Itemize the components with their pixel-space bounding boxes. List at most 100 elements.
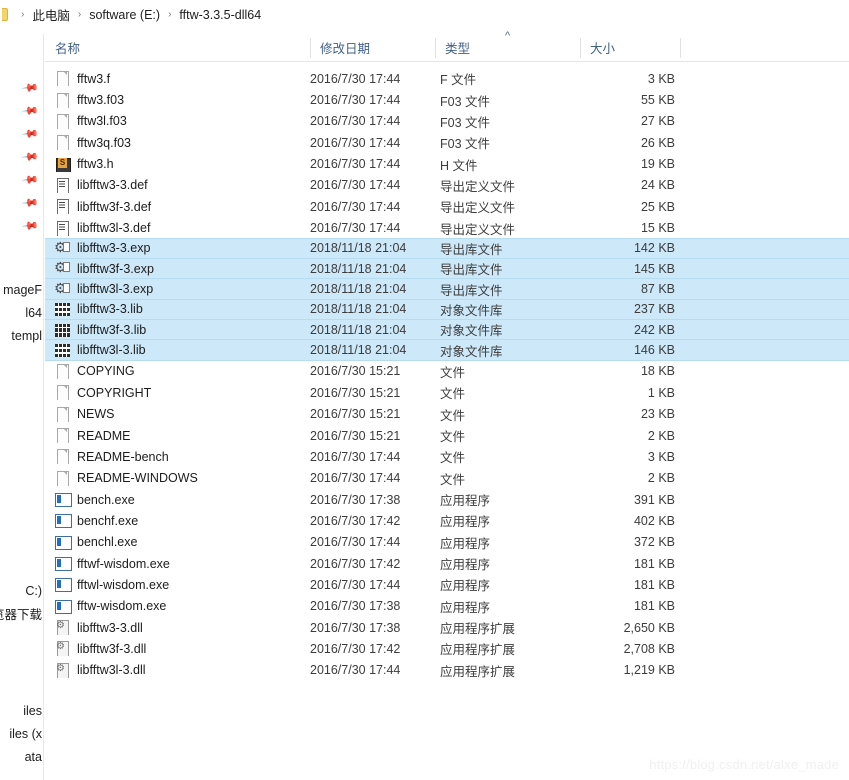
column-header-date[interactable]: 修改日期 (310, 34, 435, 62)
file-row[interactable]: README 2016/7/30 15:21 文件 2 KB (45, 425, 849, 446)
file-name-cell[interactable]: fftw3.f (55, 71, 310, 87)
file-row[interactable]: libfftw3f-3.lib 2018/11/18 21:04 对象文件库 242 … (45, 319, 849, 341)
lib-file-icon (55, 344, 70, 358)
file-row[interactable]: libfftw3l-3.def 2016/7/30 17:44 导出定义文件 15 K… (45, 217, 849, 238)
file-date-cell: 2016/7/30 17:38 (310, 620, 401, 635)
file-row[interactable]: benchl.exe 2016/7/30 17:44 应用程序 372 KB (45, 532, 849, 553)
file-row[interactable]: COPYING 2016/7/30 15:21 文件 18 KB (45, 361, 849, 382)
column-header-name[interactable]: 名称 (45, 34, 310, 62)
file-name-cell[interactable]: fftw3.f03 (55, 92, 310, 108)
sidebar-pin-item[interactable]: 📌 (21, 148, 42, 170)
sidebar-item[interactable]: mageF (3, 279, 42, 300)
address-bar[interactable]: › 此电脑 › software (E:) › fftw-3.3.5-dll64 (0, 0, 849, 30)
file-name-cell[interactable]: libfftw3-3.lib (55, 302, 310, 317)
breadcrumb-item-drive[interactable]: software (E:) (88, 8, 161, 22)
file-row[interactable]: libfftw3f-3.dll 2016/7/30 17:42 应用程序扩展 2,70… (45, 638, 849, 659)
file-name-cell[interactable]: fftw3.h (55, 157, 310, 172)
file-name-cell[interactable]: fftw-wisdom.exe (55, 599, 310, 614)
column-header-size[interactable]: 大小 (580, 34, 680, 62)
file-name-cell[interactable]: fftwf-wisdom.exe (55, 556, 310, 572)
file-row[interactable]: fftwf-wisdom.exe 2016/7/30 17:42 应用程序 181 K… (45, 553, 849, 574)
sidebar-item-label: C:) (25, 583, 42, 598)
file-name-cell[interactable]: libfftw3l-3.dll (55, 662, 310, 678)
file-name-cell[interactable]: COPYING (55, 363, 310, 379)
file-name-cell[interactable]: fftw3q.f03 (55, 135, 310, 151)
file-row[interactable]: libfftw3f-3.def 2016/7/30 17:44 导出定义文件 25 K… (45, 196, 849, 217)
sidebar-item-label: iles (23, 703, 42, 718)
file-name-cell[interactable]: libfftw3-3.exp (55, 241, 310, 256)
file-row[interactable]: fftw3.f03 2016/7/30 17:44 F03 文件 55 KB (45, 89, 849, 110)
file-row[interactable]: bench.exe 2016/7/30 17:38 应用程序 391 KB (45, 489, 849, 510)
file-name-cell[interactable]: fftw3l.f03 (55, 113, 310, 129)
file-row[interactable]: libfftw3l-3.exp 2018/11/18 21:04 导出库文件 87 K… (45, 278, 849, 300)
file-name-cell[interactable]: bench.exe (55, 492, 310, 508)
file-row[interactable]: libfftw3-3.exp 2018/11/18 21:04 导出库文件 142 K… (45, 237, 849, 260)
breadcrumb-item-this-pc[interactable]: 此电脑 (31, 5, 71, 24)
file-name-cell[interactable]: COPYRIGHT (55, 385, 310, 401)
file-name-cell[interactable]: libfftw3l-3.def (55, 220, 310, 236)
sidebar-pin-item[interactable]: 📌 (21, 79, 42, 101)
sidebar-pin-item[interactable]: 📌 (21, 125, 42, 147)
breadcrumb-item-folder[interactable]: fftw-3.3.5-dll64 (178, 8, 262, 22)
sidebar-pin-item[interactable]: 📌 (21, 102, 42, 124)
file-name-cell[interactable]: libfftw3-3.dll (55, 620, 310, 636)
file-name-label: libfftw3-3.exp (77, 241, 151, 256)
file-name-cell[interactable]: libfftw3l-3.exp (55, 282, 310, 297)
file-name-cell[interactable]: libfftw3f-3.dll (55, 641, 310, 657)
file-type-cell: 应用程序 (440, 515, 491, 530)
sidebar-item[interactable]: iles (x (9, 723, 42, 744)
sidebar-item[interactable]: 览器下载 (0, 603, 42, 624)
sidebar-pin-item[interactable]: 📌 (21, 194, 42, 216)
file-row[interactable]: fftwl-wisdom.exe 2016/7/30 17:44 应用程序 181 K… (45, 574, 849, 595)
file-row[interactable]: libfftw3f-3.exp 2018/11/18 21:04 导出库文件 145 … (45, 258, 849, 280)
file-name-cell[interactable]: libfftw3l-3.lib (55, 343, 310, 358)
navigation-pane[interactable]: 📌 📌 📌 📌 📌 📌 📌 mageF l64 templ C:) 览器下载 iles iles (x at… (0, 34, 44, 780)
file-name-cell[interactable]: benchl.exe (55, 535, 310, 550)
sidebar-item-label: mageF (3, 282, 42, 297)
sidebar-item[interactable]: templ (11, 325, 42, 346)
file-row[interactable]: fftw3l.f03 2016/7/30 17:44 F03 文件 27 KB (45, 111, 849, 132)
file-name-cell[interactable]: benchf.exe (55, 513, 310, 529)
file-type-cell: 文件 (440, 408, 466, 423)
column-header-type[interactable]: 类型 ^ (435, 30, 580, 62)
file-name-cell[interactable]: libfftw3f-3.exp (55, 261, 310, 276)
file-name-cell[interactable]: libfftw3-3.def (55, 177, 310, 193)
file-row[interactable]: fftw3.f 2016/7/30 17:44 F 文件 3 KB (45, 68, 849, 89)
file-type-cell: 应用程序 (440, 579, 491, 594)
file-row[interactable]: benchf.exe 2016/7/30 17:42 应用程序 402 KB (45, 510, 849, 531)
file-name-cell[interactable]: README (55, 428, 310, 444)
file-name-cell[interactable]: libfftw3f-3.def (55, 199, 310, 215)
sidebar-item[interactable]: C:) (25, 580, 42, 601)
breadcrumb-separator[interactable]: › (78, 9, 81, 20)
file-name-cell[interactable]: NEWS (55, 406, 310, 422)
sidebar-item[interactable]: ata (25, 746, 42, 767)
file-name-cell[interactable]: libfftw3f-3.lib (55, 323, 310, 337)
sidebar-pin-item[interactable]: 📌 (21, 217, 42, 239)
sidebar-item[interactable]: iles (23, 700, 42, 721)
file-row[interactable]: README-bench 2016/7/30 17:44 文件 3 KB (45, 446, 849, 467)
file-row[interactable]: fftw3q.f03 2016/7/30 17:44 F03 文件 26 KB (45, 132, 849, 153)
sidebar-item[interactable]: l64 (25, 302, 42, 323)
file-row[interactable]: fftw-wisdom.exe 2016/7/30 17:38 应用程序 181 KB (45, 596, 849, 617)
file-date-cell: 2016/7/30 17:42 (310, 513, 401, 528)
doc-file-icon (55, 135, 70, 151)
file-list[interactable]: fftw3.f 2016/7/30 17:44 F 文件 3 KB fftw3.f03 2… (45, 68, 849, 681)
file-name-cell[interactable]: README-WINDOWS (55, 470, 310, 486)
file-row[interactable]: libfftw3l-3.lib 2018/11/18 21:04 对象文件库 146 … (45, 339, 849, 361)
file-row[interactable]: fftw3.h 2016/7/30 17:44 H 文件 19 KB (45, 153, 849, 174)
file-name-cell[interactable]: README-bench (55, 449, 310, 465)
file-row[interactable]: libfftw3-3.lib 2018/11/18 21:04 对象文件库 237 K… (45, 298, 849, 321)
file-row[interactable]: libfftw3-3.dll 2016/7/30 17:38 应用程序扩展 2,650… (45, 617, 849, 638)
file-row[interactable]: libfftw3-3.def 2016/7/30 17:44 导出定义文件 24 KB (45, 175, 849, 196)
file-row[interactable]: NEWS 2016/7/30 15:21 文件 23 KB (45, 404, 849, 425)
file-type-cell: 应用程序扩展 (440, 664, 516, 679)
file-type-cell: 导出定义文件 (440, 179, 516, 194)
file-row[interactable]: COPYRIGHT 2016/7/30 15:21 文件 1 KB (45, 382, 849, 403)
file-size-cell: 3 KB (647, 71, 675, 86)
file-row[interactable]: libfftw3l-3.dll 2016/7/30 17:44 应用程序扩展 1,21… (45, 660, 849, 681)
breadcrumb-separator[interactable]: › (168, 9, 171, 20)
file-name-cell[interactable]: fftwl-wisdom.exe (55, 577, 310, 593)
gear-file-icon (55, 282, 70, 297)
file-row[interactable]: README-WINDOWS 2016/7/30 17:44 文件 2 KB (45, 468, 849, 489)
sidebar-pin-item[interactable]: 📌 (21, 171, 42, 193)
